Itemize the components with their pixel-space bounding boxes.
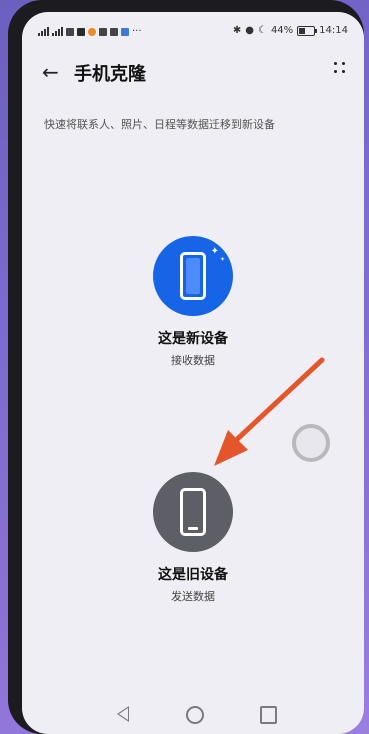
screen: ··· ✱ ● ☾ 44% 14:14 ← 手机克隆 快速将联系人、照片、日程等… <box>22 12 364 734</box>
pointer-arrow-icon <box>214 357 325 466</box>
nav-home-icon[interactable] <box>186 706 204 724</box>
phone-frame: ··· ✱ ● ☾ 44% 14:14 ← 手机克隆 快速将联系人、照片、日程等… <box>8 0 364 734</box>
nav-back-icon[interactable] <box>117 706 129 722</box>
nav-recent-icon[interactable] <box>260 706 277 724</box>
navigation-bar <box>22 700 364 734</box>
